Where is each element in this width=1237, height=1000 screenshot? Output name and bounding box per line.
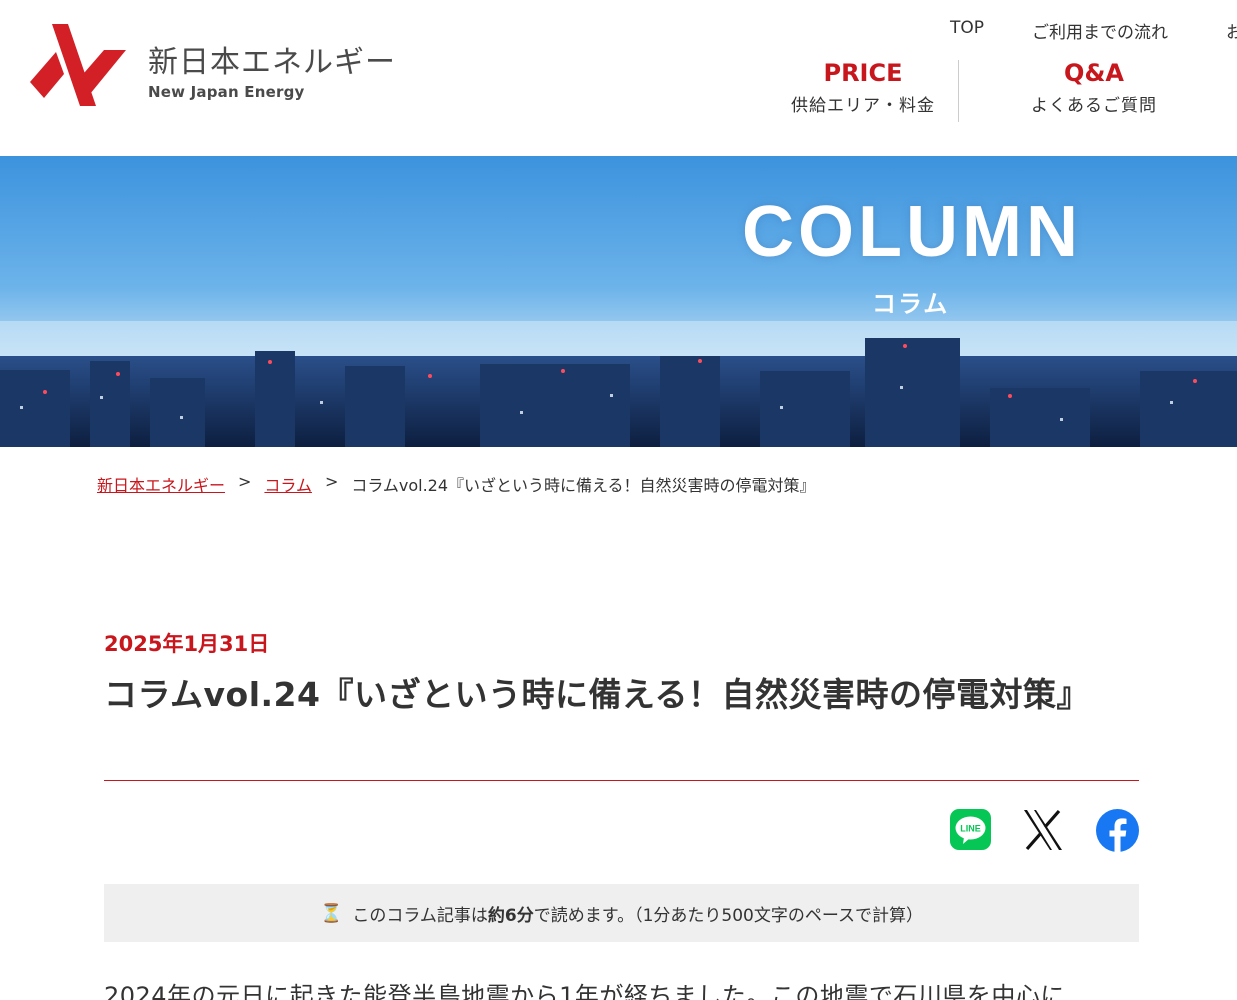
logo-name-en: New Japan Energy [148,83,305,101]
hero-banner: COLUMN コラム [0,156,1237,447]
breadcrumb-home-link[interactable]: 新日本エネルギー [97,472,225,496]
hero-title: COLUMN [742,192,1082,272]
reading-time-value: 約6分 [487,905,534,926]
breadcrumb-column-link[interactable]: コラム [264,472,312,496]
logo-name-jp: 新日本エネルギー [148,45,396,80]
nav-price[interactable]: PRICE 供給エリア・料金 [768,58,958,122]
nav-qa-sub: よくあるご質問 [1031,96,1157,116]
breadcrumb: 新日本エネルギー > コラム > コラムvol.24『いざという時に備える！自然… [97,472,816,496]
svg-text:LINE: LINE [960,824,981,834]
breadcrumb-separator: > [238,472,252,491]
main-nav: PRICE 供給エリア・料金 Q&A よくあるご質問 [768,58,1229,122]
breadcrumb-current: コラムvol.24『いざという時に備える！自然災害時の停電対策』 [351,476,816,495]
logo-mark-icon [30,24,126,106]
reading-time-box: ⏳ このコラム記事は 約6分 で読めます。（1分あたり500文字のペースで計算） [104,884,1139,942]
breadcrumb-separator: > [324,472,339,491]
article-date: 2025年1月31日 [104,632,270,656]
reading-time-prefix: このコラム記事は [352,905,488,926]
line-share-icon[interactable]: LINE [950,809,991,850]
title-divider [104,780,1139,781]
nav-qa-title: Q&A [1064,59,1124,87]
nav-price-title: PRICE [823,59,903,87]
article-title: コラムvol.24『いざという時に備える！自然災害時の停電対策』 [104,675,1090,714]
top-nav-top[interactable]: TOP [950,18,1032,43]
top-nav-flow[interactable]: ご利用までの流れ [1032,18,1226,43]
top-nav: TOP ご利用までの流れ お [950,18,1237,43]
facebook-share-icon[interactable] [1096,809,1139,852]
article-body-first-line: 2024年の元日に起きた能登半島地震から1年が経ちました。この地震で石川県を中心… [104,982,1065,1000]
reading-time-suffix: で読めます。（1分あたり500文字のペースで計算） [533,905,923,926]
nav-price-sub: 供給エリア・料金 [791,96,935,116]
hero-subtitle: コラム [872,290,950,318]
x-share-icon[interactable] [1023,809,1063,851]
top-nav-truncated[interactable]: お [1226,18,1237,43]
hourglass-icon: ⏳ [320,902,343,924]
site-header: 新日本エネルギー New Japan Energy TOP ご利用までの流れ お… [0,0,1237,156]
site-logo[interactable]: 新日本エネルギー New Japan Energy [30,22,396,108]
nav-qa[interactable]: Q&A よくあるご質問 [959,58,1229,122]
